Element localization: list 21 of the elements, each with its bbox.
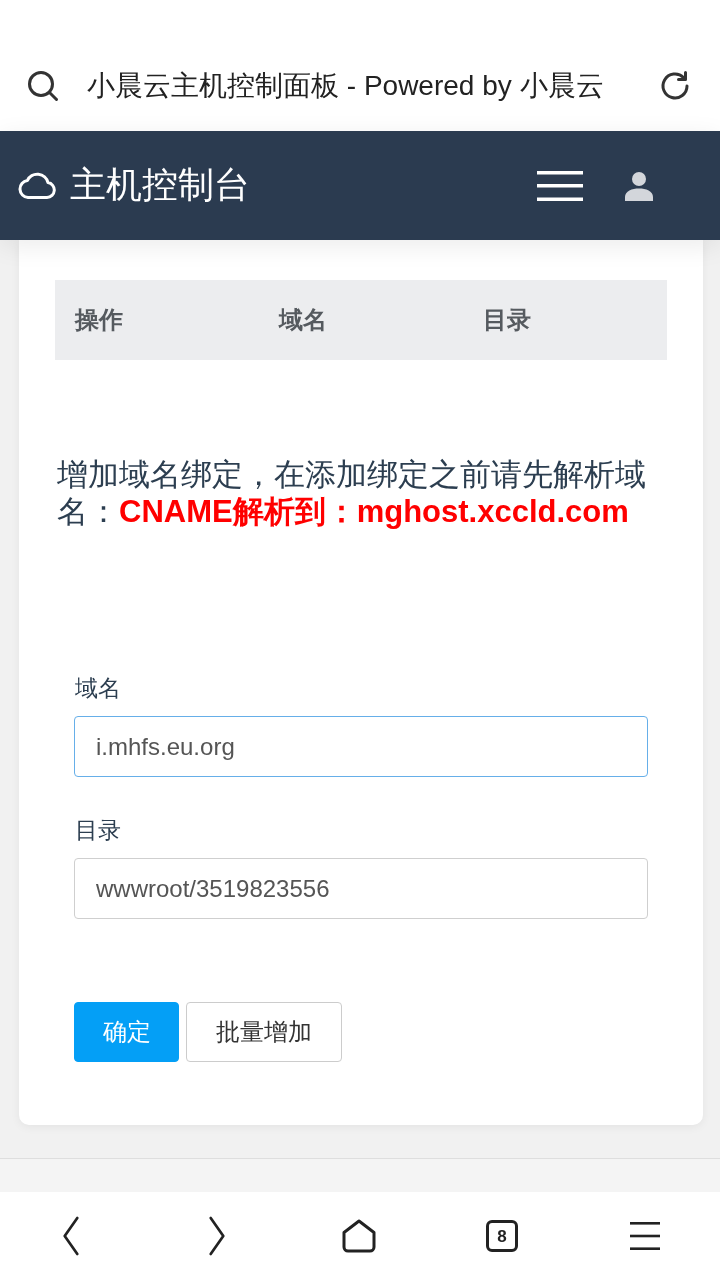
column-header: 目录 <box>483 305 531 335</box>
home-icon[interactable] <box>342 1219 376 1253</box>
menu-icon[interactable] <box>630 1222 660 1250</box>
field-label: 目录 <box>75 816 121 845</box>
back-icon[interactable] <box>62 1216 80 1256</box>
menu-icon[interactable] <box>537 170 583 201</box>
column-header: 域名 <box>279 305 327 335</box>
field-label: 域名 <box>75 674 121 703</box>
input-field[interactable]: wwwroot/3519823556 <box>74 858 648 919</box>
forward-icon[interactable] <box>208 1216 226 1256</box>
batch-add-button[interactable]: 批量增加 <box>186 1002 342 1062</box>
page-title[interactable]: 小晨云主机控制面板 - Powered by 小晨云 <box>87 66 649 105</box>
user-icon[interactable] <box>624 170 654 201</box>
console-title[interactable]: 主机控制台 <box>70 161 250 210</box>
input-field[interactable]: i.mhfs.eu.org <box>74 716 648 777</box>
reload-icon[interactable] <box>659 69 691 102</box>
cloud-icon <box>18 172 56 199</box>
search-icon[interactable] <box>27 69 59 102</box>
binding-notice: 增加域名绑定，在添加绑定之前请先解析域名：CNAME解析到：mghost.xccld.com <box>57 456 647 530</box>
column-header: 操作 <box>75 305 123 335</box>
tab-count-button[interactable]: 8 <box>486 1220 518 1252</box>
